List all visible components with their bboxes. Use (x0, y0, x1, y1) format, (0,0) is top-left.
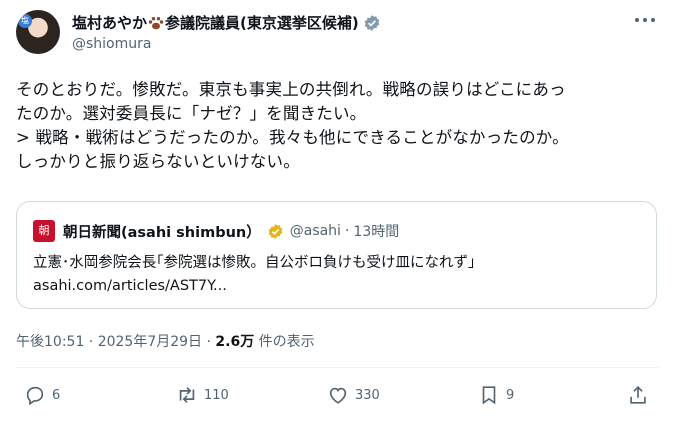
author-name-suffix[interactable]: 参議院議員(東京選挙区候補) (165, 12, 359, 33)
reply-count: 6 (52, 387, 61, 403)
quoted-avatar: 朝 (33, 220, 55, 242)
tweet-line: > 戦略・戦術はどうだったのか。我々も他にできることがなかったのか。 (16, 128, 569, 147)
tweet-text: そのとおりだ。惨敗だ。東京も事実上の共倒れ。戦略の誤りはどこにあっ たのか。選対… (16, 78, 659, 174)
quoted-text: 立憲･水岡参院会長｢参院選は惨敗。自公ボロ負けも受け皿になれず｣ (33, 255, 476, 271)
timestamp[interactable]: 午後10:51 · 2025年7月29日 · (16, 334, 215, 350)
like-icon (329, 387, 347, 404)
like-button[interactable]: 330 (327, 384, 380, 406)
views-count: 2.6万 (215, 334, 255, 350)
divider (16, 367, 659, 368)
quoted-handle: @asahi (289, 223, 341, 239)
repost-icon (179, 387, 195, 403)
quoted-tweet-header: 朝 朝日新聞(asahi shimbun） @asahi · 13時間 (33, 220, 399, 242)
paw-icon (148, 16, 164, 29)
tweet-header: 塩 塩村あやか 参議院議員(東京選挙区候補) @shiomura (16, 10, 659, 66)
quoted-link[interactable]: asahi.com/articles/AST7Y... (33, 275, 227, 297)
tweet-line: たのか。選対委員長に「ナゼ？」を聞きたい。 (16, 104, 367, 123)
share-button[interactable] (627, 384, 655, 406)
reply-icon (26, 386, 44, 406)
author-name-prefix[interactable]: 塩村あやか (72, 12, 147, 33)
verified-icon (268, 223, 283, 239)
bookmark-icon (482, 386, 496, 405)
like-count: 330 (355, 387, 380, 403)
author-name-row[interactable]: 塩村あやか 参議院議員(東京選挙区候補) (72, 12, 381, 33)
author-handle[interactable]: @shiomura (72, 36, 151, 52)
share-icon (630, 386, 646, 404)
bookmark-count: 9 (506, 387, 515, 403)
repost-button[interactable]: 110 (176, 384, 229, 406)
author-avatar[interactable]: 塩 (16, 10, 60, 54)
bookmark-button[interactable]: 9 (478, 384, 514, 406)
more-icon[interactable] (635, 18, 655, 24)
views-label: 件の表示 (254, 334, 315, 350)
reply-button[interactable]: 6 (24, 384, 60, 406)
tweet-line: しっかりと振り返らないといけない。 (16, 152, 300, 171)
verified-icon[interactable] (363, 14, 381, 32)
quoted-author-name: 朝日新聞(asahi shimbun） (63, 224, 261, 241)
action-bar: 6 110 330 9 (0, 384, 675, 412)
repost-count: 110 (204, 387, 229, 403)
avatar-badge: 塩 (18, 14, 32, 28)
separator-dot: · (344, 223, 350, 239)
tweet-line: そのとおりだ。惨敗だ。東京も事実上の共倒れ。戦略の誤りはどこにあっ (16, 80, 566, 99)
quoted-time: 13時間 (353, 224, 400, 240)
quoted-tweet-card[interactable]: 朝 朝日新聞(asahi shimbun） @asahi · 13時間 立憲･水… (16, 201, 657, 309)
tweet-meta: 午後10:51 · 2025年7月29日 · 2.6万 件の表示 (16, 331, 315, 351)
